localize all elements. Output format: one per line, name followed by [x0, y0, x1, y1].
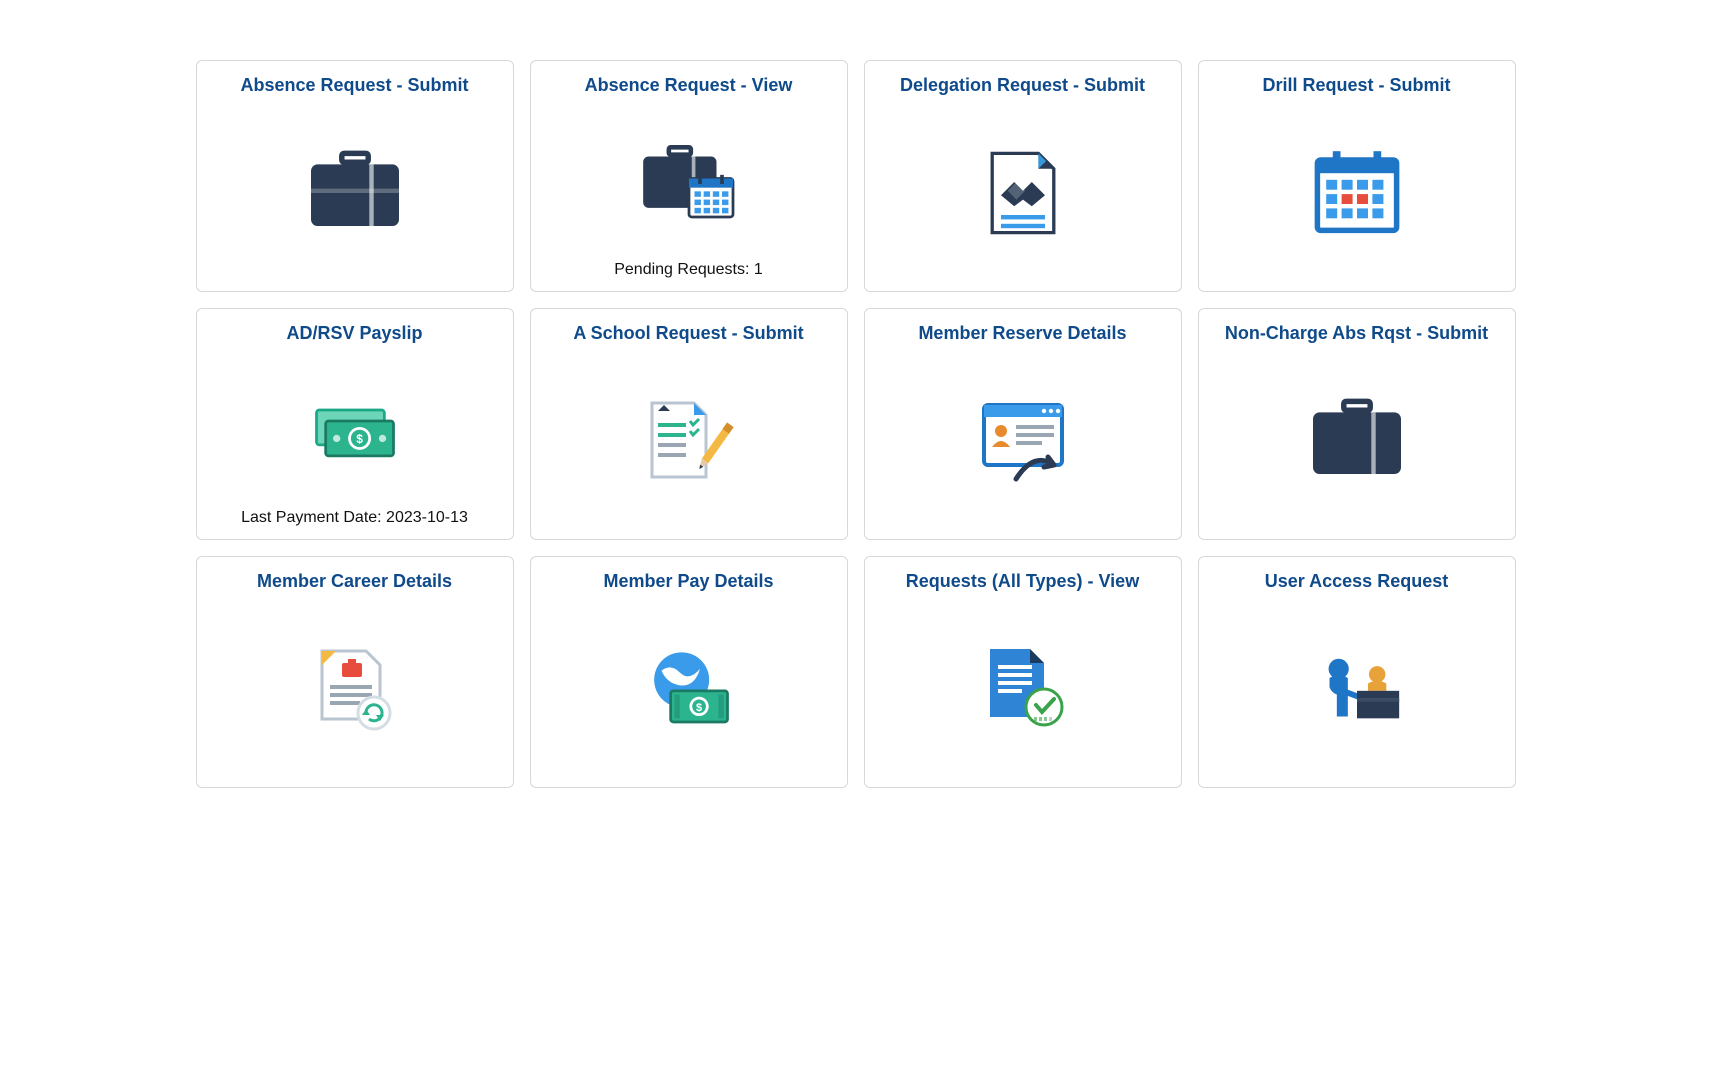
tile-title: A School Request - Submit [573, 323, 803, 344]
document-check-icon [875, 602, 1171, 775]
tile-title: AD/RSV Payslip [286, 323, 422, 344]
tile-absence-request-submit[interactable]: Absence Request - Submit [196, 60, 514, 292]
briefcase-calendar-icon [541, 106, 837, 261]
tile-a-school-request-submit[interactable]: A School Request - Submit [530, 308, 848, 540]
profile-share-icon [875, 354, 1171, 527]
handshake-document-icon [875, 106, 1171, 279]
briefcase-icon [1209, 354, 1505, 527]
document-refresh-icon [207, 602, 503, 775]
tile-member-career-details[interactable]: Member Career Details [196, 556, 514, 788]
tile-ad-rsv-payslip[interactable]: AD/RSV Payslip $ Last Payment Date: 2023… [196, 308, 514, 540]
money-stack-icon: $ [207, 354, 503, 509]
globe-money-icon: $ [541, 602, 837, 775]
tile-grid: Absence Request - Submit Absence Request… [196, 60, 1516, 788]
tile-title: Delegation Request - Submit [900, 75, 1145, 96]
tile-non-charge-abs-rqst-submit[interactable]: Non-Charge Abs Rqst - Submit [1198, 308, 1516, 540]
tile-title: Drill Request - Submit [1262, 75, 1450, 96]
tile-member-pay-details[interactable]: Member Pay Details $ [530, 556, 848, 788]
tile-user-access-request[interactable]: User Access Request [1198, 556, 1516, 788]
calendar-highlight-icon [1209, 106, 1505, 279]
tile-title: Member Pay Details [603, 571, 773, 592]
tile-title: Non-Charge Abs Rqst - Submit [1225, 323, 1488, 344]
tile-footer: Last Payment Date: 2023-10-13 [241, 509, 468, 529]
briefcase-icon [207, 106, 503, 279]
tile-title: Requests (All Types) - View [906, 571, 1139, 592]
tile-delegation-request-submit[interactable]: Delegation Request - Submit [864, 60, 1182, 292]
checklist-pencil-icon [541, 354, 837, 527]
tile-footer: Pending Requests: 1 [614, 261, 763, 281]
tile-title: User Access Request [1265, 571, 1448, 592]
tile-title: Absence Request - Submit [240, 75, 468, 96]
tile-absence-request-view[interactable]: Absence Request - View Pending Requests:… [530, 60, 848, 292]
svg-text:$: $ [696, 702, 702, 714]
tile-drill-request-submit[interactable]: Drill Request - Submit [1198, 60, 1516, 292]
tile-title: Member Career Details [257, 571, 452, 592]
svg-text:$: $ [356, 432, 363, 446]
tile-title: Member Reserve Details [918, 323, 1126, 344]
tile-title: Absence Request - View [585, 75, 793, 96]
tile-requests-all-types-view[interactable]: Requests (All Types) - View [864, 556, 1182, 788]
person-desk-icon [1209, 602, 1505, 775]
tile-member-reserve-details[interactable]: Member Reserve Details [864, 308, 1182, 540]
